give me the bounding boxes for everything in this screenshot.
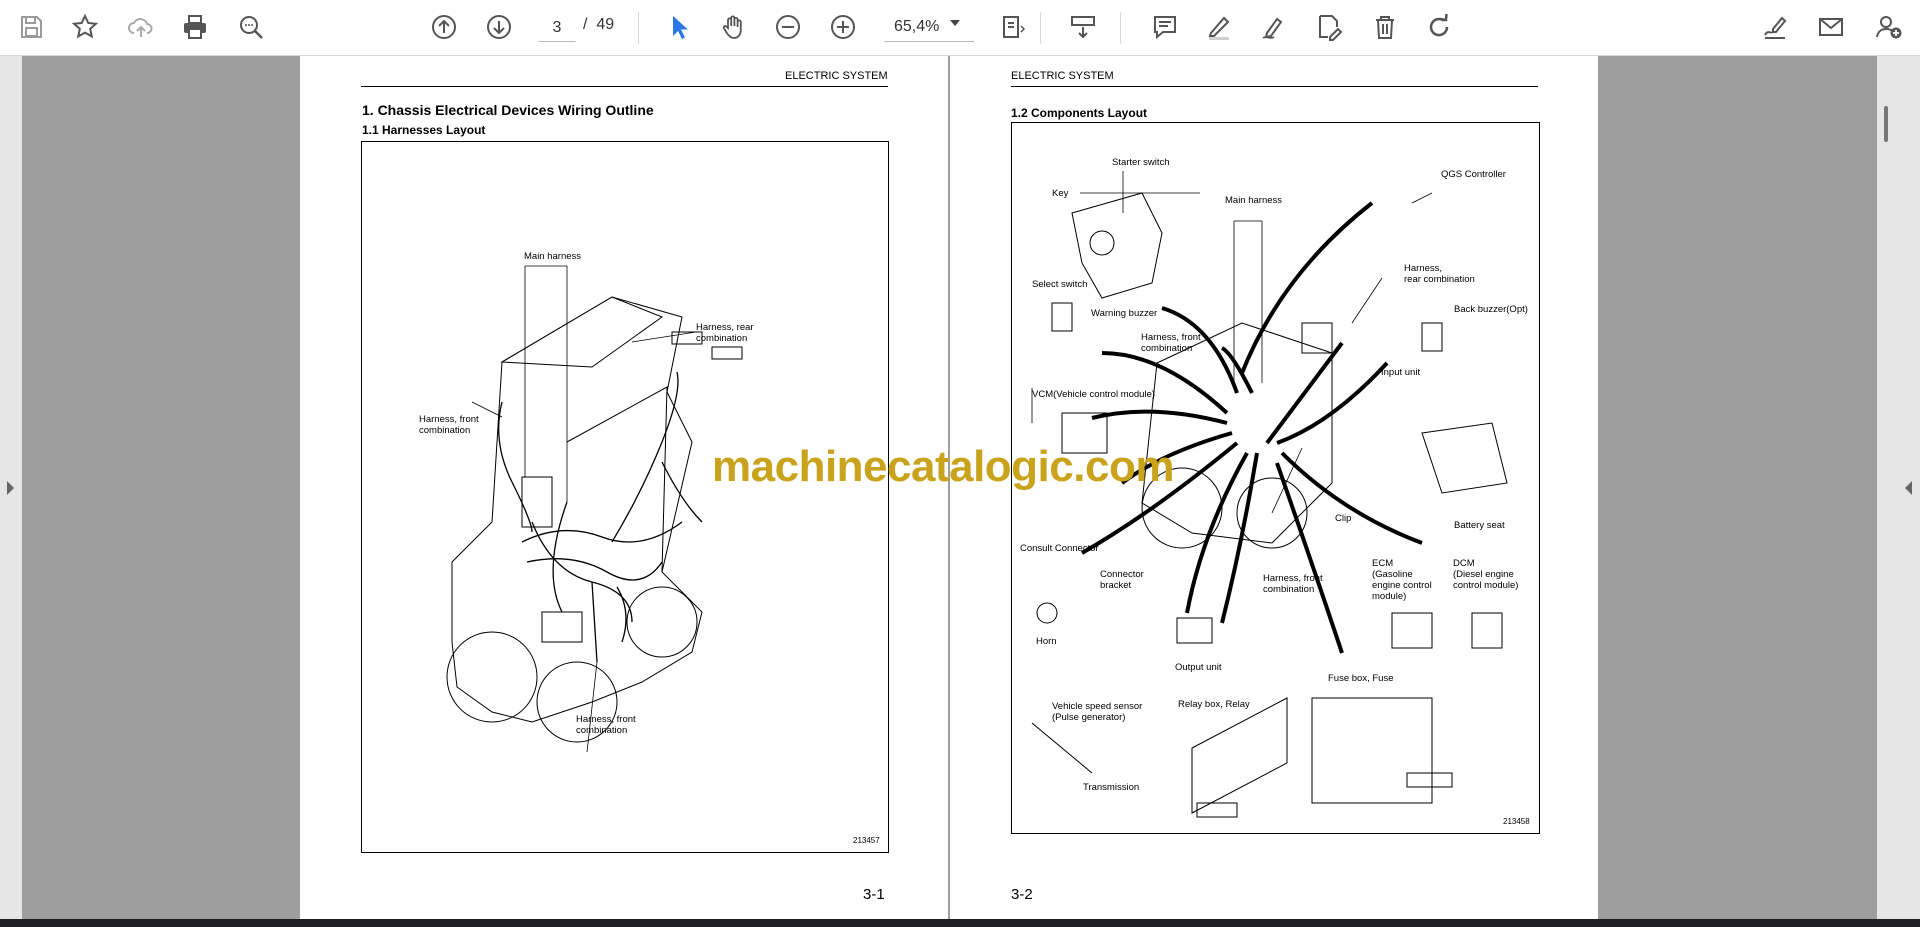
label-key: Key (1052, 188, 1069, 199)
label-vehicle-speed-sensor: Vehicle speed sensor (Pulse generator) (1052, 701, 1143, 723)
highlight-pen-icon[interactable] (1202, 10, 1236, 44)
sign-document-icon[interactable] (1758, 10, 1792, 44)
label-harness-front-lower: Harness, front combination (576, 714, 636, 736)
label-output-unit: Output unit (1175, 662, 1222, 673)
zoom-search-icon[interactable] (234, 10, 268, 44)
scroll-mode-icon[interactable] (1066, 10, 1100, 44)
bottom-bar (0, 919, 1920, 927)
label-horn: Horn (1036, 636, 1057, 647)
label-connector-bracket: Connector bracket (1100, 569, 1144, 591)
label-dcm: DCM (Diesel engine control module) (1453, 558, 1519, 591)
label-warning-buzzer: Warning buzzer (1091, 308, 1158, 319)
comment-icon[interactable] (1148, 10, 1182, 44)
redo-icon[interactable] (1422, 10, 1456, 44)
page-number: 3-2 (1011, 886, 1033, 903)
page-number: 3-1 (863, 886, 885, 903)
label-harness-front-upper: Harness, front combination (1141, 332, 1201, 354)
previous-page-icon[interactable] (427, 10, 461, 44)
label-main-harness: Main harness (1225, 195, 1283, 206)
figure-number: 213458 (1503, 817, 1530, 826)
zoom-out-icon[interactable] (771, 10, 805, 44)
label-input-unit: Input unit (1381, 367, 1421, 378)
label-starter-switch: Starter switch (1112, 157, 1170, 168)
subsection-title: 1.1 Harnesses Layout (362, 123, 486, 137)
header-rule (1011, 86, 1538, 87)
figure-number: 213457 (853, 836, 880, 845)
save-icon[interactable] (14, 10, 48, 44)
mail-icon[interactable] (1814, 10, 1848, 44)
zoom-in-icon[interactable] (826, 10, 860, 44)
page-fit-icon[interactable] (996, 10, 1030, 44)
forklift-harness-diagram (446, 265, 743, 753)
right-panel-strip (1877, 56, 1920, 919)
label-consult-connector: Consult Connector (1020, 543, 1099, 554)
label-select-switch: Select switch (1032, 279, 1088, 290)
page-number-input[interactable]: 3 (538, 12, 576, 42)
page-count: / 49 (583, 16, 614, 34)
toolbar-divider (1120, 12, 1121, 44)
zoom-dropdown-chevron-icon[interactable] (950, 20, 960, 26)
label-battery-seat: Battery seat (1454, 520, 1505, 531)
toolbar: 3 / 49 65,4% (0, 0, 1920, 56)
label-harness-rear: Harness, rear combination (1404, 263, 1475, 285)
hand-tool-icon[interactable] (716, 10, 750, 44)
toolbar-divider (1040, 12, 1041, 44)
print-icon[interactable] (178, 10, 212, 44)
label-harness-rear: Harness, rear combination (696, 322, 754, 344)
watermark: machinecatalogic.com (712, 442, 1174, 491)
zoom-level-field[interactable]: 65,4% (884, 12, 974, 42)
page-header: ELECTRIC SYSTEM (785, 70, 888, 82)
cloud-upload-icon[interactable] (124, 10, 158, 44)
label-ecm: ECM (Gasoline engine control module) (1372, 558, 1432, 602)
label-main-harness: Main harness (524, 251, 582, 262)
header-rule (361, 86, 888, 87)
page-header: ELECTRIC SYSTEM (1011, 70, 1114, 82)
label-qgs-controller: QGS Controller (1441, 169, 1506, 180)
toolbar-divider (638, 12, 639, 44)
label-vcm: VCM(Vehicle control module) (1032, 389, 1156, 400)
expand-right-panel-icon[interactable] (1905, 481, 1912, 495)
star-icon[interactable] (68, 10, 102, 44)
expand-left-panel-icon[interactable] (7, 481, 14, 495)
page-total: 49 (596, 16, 615, 33)
draw-icon[interactable] (1257, 10, 1291, 44)
label-harness-front-upper: Harness, front combination (419, 414, 479, 436)
next-page-icon[interactable] (482, 10, 516, 44)
label-harness-front-lower: Harness, front combination (1263, 573, 1323, 595)
section-title: 1. Chassis Electrical Devices Wiring Out… (362, 102, 654, 118)
label-fuse-box: Fuse box, Fuse (1328, 673, 1394, 684)
select-cursor-icon[interactable] (662, 10, 696, 44)
add-user-icon[interactable] (1872, 10, 1906, 44)
subsection-title: 1.2 Components Layout (1011, 106, 1148, 120)
label-back-buzzer: Back buzzer(Opt) (1454, 304, 1528, 315)
label-transmission: Transmission (1083, 782, 1140, 793)
harness-layout-figure: Main harness Harness, rear combination H… (361, 141, 889, 853)
page-separator: / (583, 16, 588, 33)
vertical-scrollbar[interactable] (1884, 106, 1888, 142)
edit-document-icon[interactable] (1312, 10, 1346, 44)
trash-icon[interactable] (1368, 10, 1402, 44)
label-clip: Clip (1335, 513, 1352, 524)
label-relay-box: Relay box, Relay (1178, 699, 1250, 710)
